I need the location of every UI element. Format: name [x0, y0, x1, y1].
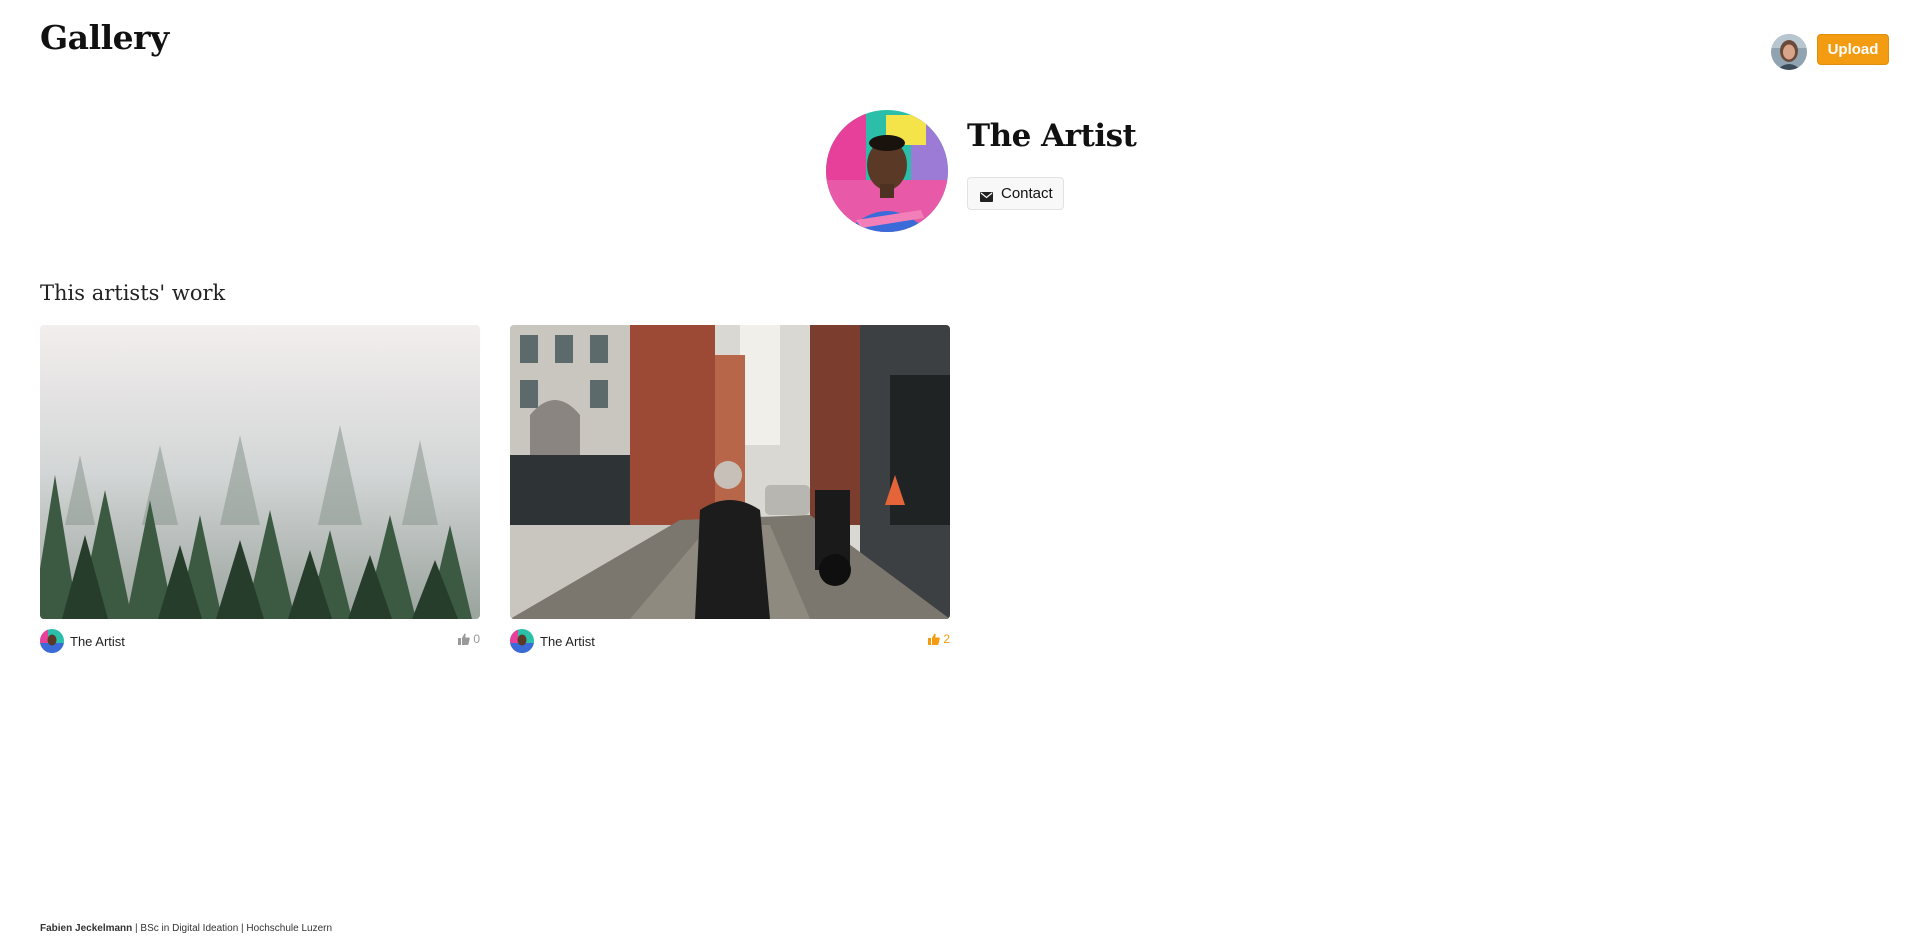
mail-icon — [980, 189, 993, 202]
author-avatar[interactable] — [510, 629, 534, 653]
contact-label: Contact — [1001, 185, 1053, 202]
like-count: 2 — [943, 632, 950, 646]
like-button[interactable]: 0 — [458, 632, 480, 646]
page-footer: Fabien Jeckelmann | BSc in Digital Ideat… — [40, 923, 332, 934]
upload-button[interactable]: Upload — [1817, 34, 1889, 65]
artwork-meta: The Artist 2 — [510, 627, 950, 655]
user-avatar[interactable] — [1771, 34, 1807, 70]
works-section-title: This artists' work — [40, 281, 226, 305]
artist-name: The Artist — [967, 118, 1137, 154]
author-name[interactable]: The Artist — [540, 634, 595, 649]
footer-author: Fabien Jeckelmann — [40, 923, 133, 934]
artist-avatar — [826, 110, 948, 232]
like-button[interactable]: 2 — [928, 632, 950, 646]
thumbs-up-icon — [458, 633, 471, 645]
footer-program: BSc in Digital Ideation — [140, 923, 239, 934]
artwork-meta: The Artist 0 — [40, 627, 480, 655]
contact-button[interactable]: Contact — [967, 177, 1064, 210]
thumbs-up-icon — [928, 633, 941, 645]
app-logo[interactable]: Gallery — [40, 18, 169, 57]
artwork-card[interactable]: The Artist 2 — [510, 325, 950, 655]
app-header: Gallery Upload — [0, 0, 1920, 90]
author-name[interactable]: The Artist — [70, 634, 125, 649]
author-avatar[interactable] — [40, 629, 64, 653]
artwork-image[interactable] — [40, 325, 480, 619]
artwork-image[interactable] — [510, 325, 950, 619]
like-count: 0 — [473, 632, 480, 646]
artwork-card[interactable]: The Artist 0 — [40, 325, 480, 655]
footer-school: Hochschule Luzern — [246, 923, 333, 934]
